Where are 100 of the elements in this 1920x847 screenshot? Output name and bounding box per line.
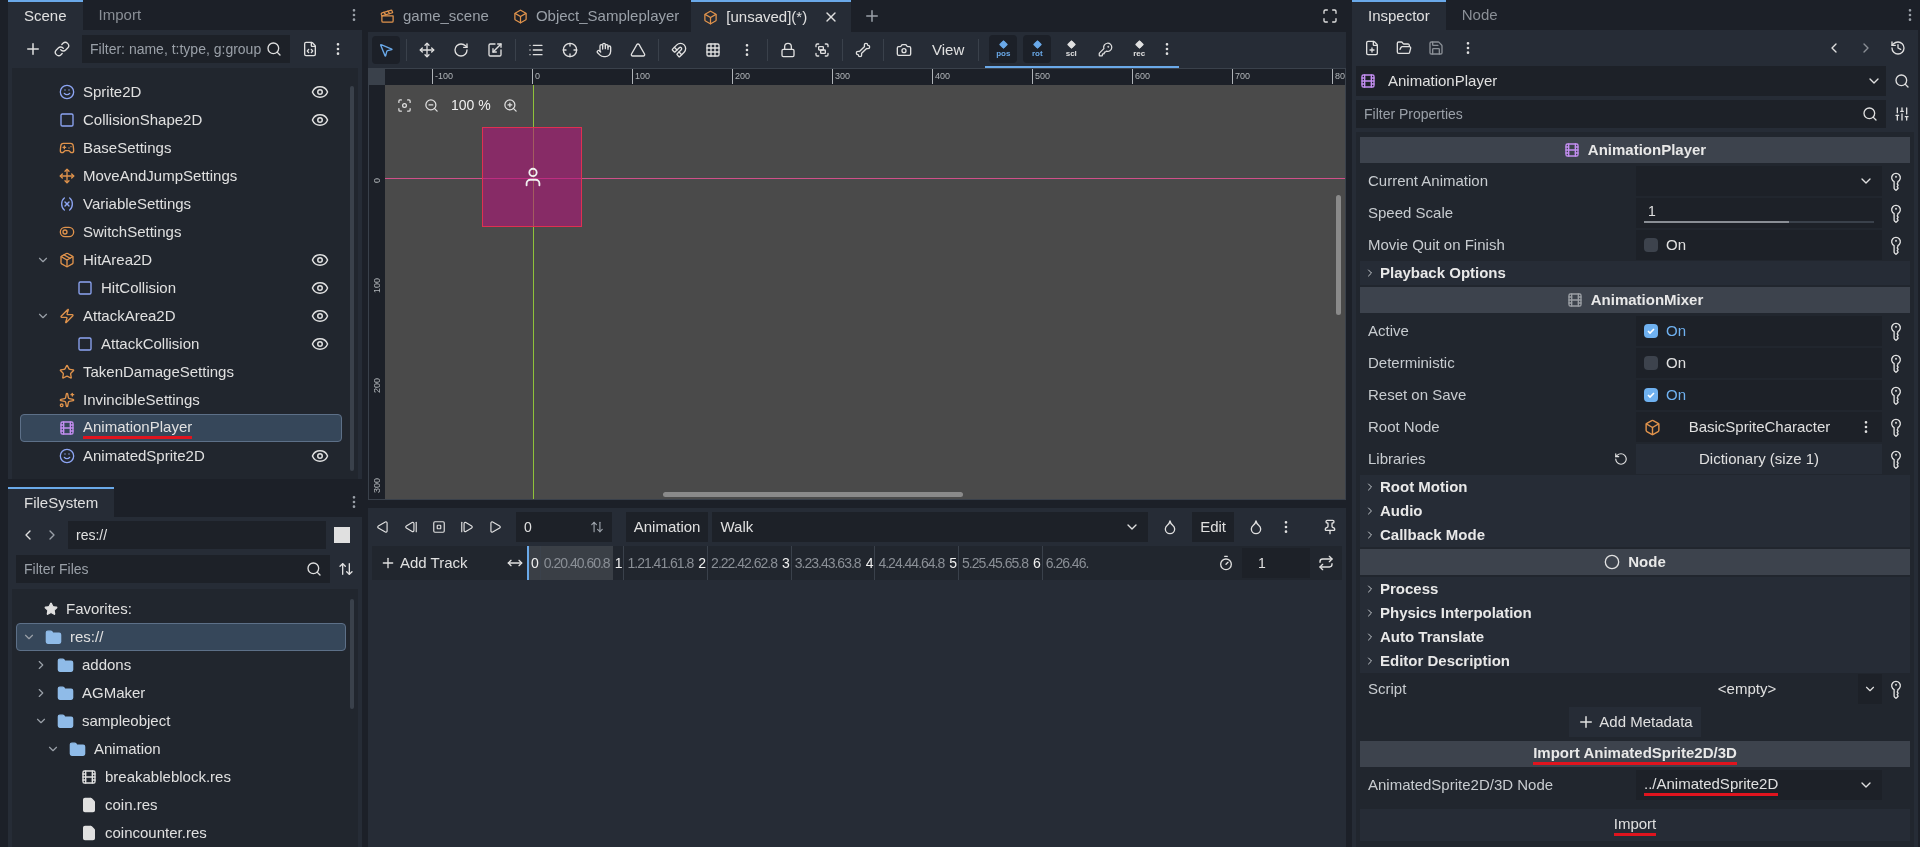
- length-field[interactable]: 1: [1242, 548, 1310, 578]
- pin-icon[interactable]: [1322, 519, 1338, 535]
- zoom-out-icon[interactable]: [424, 98, 439, 113]
- zoom-level[interactable]: 100 %: [451, 95, 491, 116]
- checkbox[interactable]: [1644, 356, 1658, 370]
- timeline-ruler[interactable]: 0 0.20.40.60.8 1 1.21.41.61.8 2 2.22.42.62.8 3 3.23.43.63.8 4 4.24.44.64.8 5 5.25.45.65.8 6 6.26.46.: [527, 546, 1210, 580]
- keying-toggle[interactable]: rec: [1125, 35, 1154, 63]
- select-tool-button[interactable]: [372, 36, 400, 64]
- file-tree-row[interactable]: Animation: [16, 735, 346, 763]
- new-file-icon[interactable]: [1364, 40, 1380, 56]
- file-code-icon[interactable]: [302, 41, 318, 57]
- dropdown-field[interactable]: ../AnimatedSprite2D: [1636, 770, 1882, 800]
- scene-tree-row[interactable]: AttackCollision: [20, 330, 342, 358]
- scene-tree-row[interactable]: TakenDamageSettings: [20, 358, 342, 386]
- sort-icon[interactable]: [338, 561, 354, 577]
- file-tree-row[interactable]: coincounter.res: [16, 819, 346, 847]
- settings-icon[interactable]: [1894, 106, 1910, 122]
- scene-tree-row[interactable]: MoveAndJumpSettings: [20, 162, 342, 190]
- scene-tree-row[interactable]: BaseSettings: [20, 134, 342, 162]
- fullscreen-icon[interactable]: [1322, 8, 1338, 24]
- add-metadata-button[interactable]: Add Metadata: [1569, 707, 1701, 737]
- scene-tree-row[interactable]: AttackArea2D: [20, 302, 342, 330]
- view-menu-button[interactable]: View: [924, 36, 973, 64]
- center-view-icon[interactable]: [397, 98, 412, 113]
- property-group[interactable]: Playback Options: [1360, 261, 1910, 285]
- step-forward-icon[interactable]: [460, 520, 474, 534]
- checkbox[interactable]: [1644, 238, 1658, 252]
- file-tree-row[interactable]: addons: [16, 651, 346, 679]
- scene-tree-row[interactable]: HitCollision: [20, 274, 342, 302]
- resource-field[interactable]: <empty>: [1636, 674, 1882, 704]
- add-icon[interactable]: [24, 40, 42, 58]
- animation-menu-button[interactable]: Animation: [625, 512, 709, 542]
- scene-tree-row[interactable]: AnimatedSprite2D: [20, 442, 342, 470]
- dock-tab[interactable]: Node: [1445, 0, 1514, 30]
- step-back-icon[interactable]: [404, 520, 418, 534]
- node-path-field[interactable]: BasicSpriteCharacter: [1636, 412, 1882, 442]
- scene-tree-row[interactable]: CollisionShape2D: [20, 106, 342, 134]
- dropdown-field[interactable]: [1636, 166, 1882, 196]
- open-folder-icon[interactable]: [1396, 40, 1412, 56]
- eye-icon[interactable]: [311, 307, 329, 325]
- property-group[interactable]: Root Motion: [1360, 475, 1910, 499]
- keying-toggle[interactable]: scl: [1057, 35, 1086, 63]
- dock-tab[interactable]: FileSystem: [8, 487, 115, 517]
- play-icon[interactable]: [488, 520, 502, 534]
- dictionary-button[interactable]: Dictionary (size 1): [1636, 444, 1882, 474]
- property-group[interactable]: Audio: [1360, 499, 1910, 523]
- eye-icon[interactable]: [311, 83, 329, 101]
- property-group[interactable]: Process: [1360, 577, 1910, 601]
- file-tree-row[interactable]: AGMaker: [16, 679, 346, 707]
- eye-icon[interactable]: [311, 279, 329, 297]
- eye-icon[interactable]: [311, 335, 329, 353]
- edit-menu-button[interactable]: Edit: [1192, 512, 1234, 542]
- file-tree-row[interactable]: res://: [16, 623, 346, 651]
- scrollbar[interactable]: [1336, 195, 1341, 315]
- eye-icon[interactable]: [311, 447, 329, 465]
- scene-tree-row[interactable]: VariableSettings: [20, 190, 342, 218]
- scene-tree-row[interactable]: InvincibleSettings: [20, 386, 342, 414]
- filter-field[interactable]: Filter Files: [16, 555, 330, 583]
- checkbox-field[interactable]: On: [1636, 230, 1882, 260]
- timer-icon[interactable]: [1218, 555, 1234, 571]
- file-tree-row[interactable]: breakableblock.res: [16, 763, 346, 791]
- animation-dropdown[interactable]: Walk: [712, 512, 1149, 542]
- checkbox-field[interactable]: On: [1636, 348, 1882, 378]
- slider-field[interactable]: 1: [1636, 198, 1882, 228]
- add-track-button[interactable]: Add Track: [372, 551, 507, 575]
- frame-field[interactable]: 0: [516, 512, 612, 542]
- property-group[interactable]: Auto Translate: [1360, 625, 1910, 649]
- loop-icon[interactable]: [1318, 555, 1334, 571]
- editor-tab[interactable]: Object_Sampleplayer: [500, 0, 692, 32]
- checkbox-field[interactable]: On: [1636, 316, 1882, 346]
- file-tree-row[interactable]: coin.res: [16, 791, 346, 819]
- save-icon[interactable]: [1428, 40, 1444, 56]
- keying-toggle[interactable]: rot: [1023, 35, 1052, 63]
- dock-tab[interactable]: Scene: [8, 0, 83, 30]
- checkbox[interactable]: [1644, 324, 1658, 338]
- eye-icon[interactable]: [311, 251, 329, 269]
- scene-tree-row[interactable]: SwitchSettings: [20, 218, 342, 246]
- keying-toggle[interactable]: pos: [989, 35, 1018, 63]
- link-icon[interactable]: [54, 41, 70, 57]
- revert-icon[interactable]: [1614, 452, 1628, 466]
- editor-tab[interactable]: game_scene: [368, 0, 501, 32]
- stop-icon[interactable]: [432, 520, 446, 534]
- property-group[interactable]: Physics Interpolation: [1360, 601, 1910, 625]
- import-button[interactable]: Import: [1360, 809, 1910, 841]
- checkbox[interactable]: [1644, 388, 1658, 402]
- scene-tree-row[interactable]: AnimationPlayer: [20, 414, 342, 442]
- dock-tab[interactable]: Inspector: [1352, 0, 1446, 30]
- checkbox-field[interactable]: On: [1636, 380, 1882, 410]
- path-field[interactable]: res://: [68, 521, 326, 549]
- spinner-icon[interactable]: [589, 520, 604, 534]
- property-group[interactable]: Editor Description: [1360, 649, 1910, 673]
- scene-tree-row[interactable]: Sprite2D: [20, 78, 342, 106]
- history-icon[interactable]: [1890, 40, 1906, 56]
- property-group[interactable]: Callback Mode: [1360, 523, 1910, 547]
- filter-field[interactable]: Filter: name, t:type, g:group: [82, 35, 290, 63]
- droplet-icon[interactable]: [1248, 519, 1264, 535]
- eye-icon[interactable]: [311, 111, 329, 129]
- scene-tree-row[interactable]: HitArea2D: [20, 246, 342, 274]
- play-backwards-icon[interactable]: [376, 520, 390, 534]
- magnifier-icon[interactable]: [1894, 73, 1910, 89]
